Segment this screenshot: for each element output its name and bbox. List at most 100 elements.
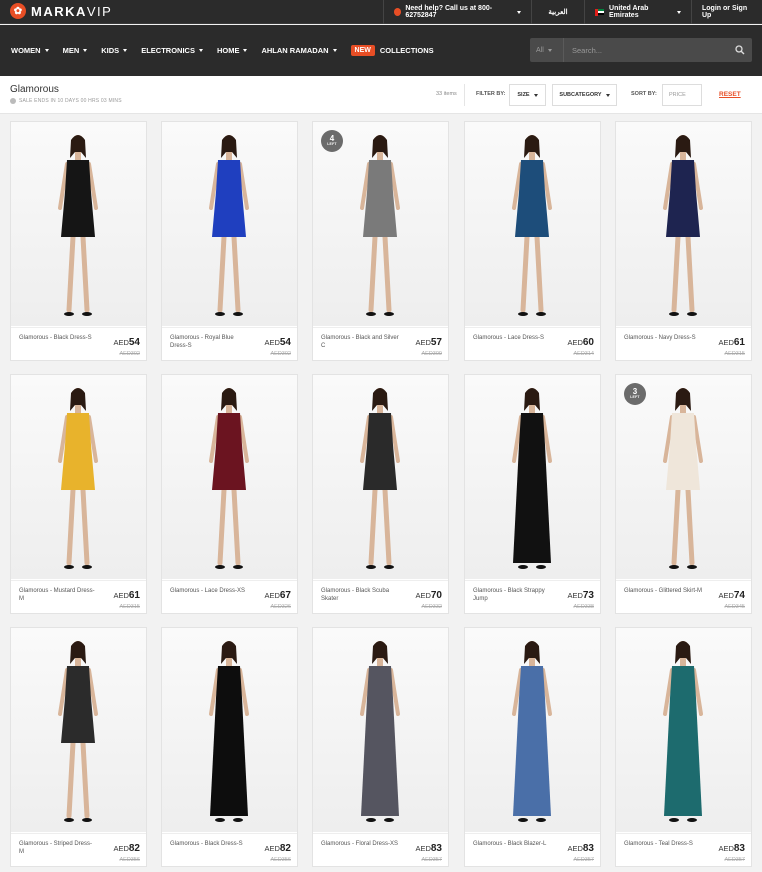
- product-info: Glamorous - Royal Blue Dress-S AED54 AED30…: [162, 327, 297, 360]
- product-card[interactable]: Glamorous - Black Dress-S AED82 AED356: [161, 627, 298, 867]
- product-image[interactable]: [616, 628, 751, 832]
- price-currency: AED: [264, 844, 280, 853]
- nav-item-women[interactable]: WOMEN: [11, 46, 49, 55]
- nav-item-home[interactable]: HOME: [217, 46, 248, 55]
- original-price: AED314: [573, 351, 595, 357]
- chevron-down-icon: [44, 49, 49, 52]
- product-image[interactable]: [162, 375, 297, 579]
- product-price: AED67 AED326: [264, 585, 291, 610]
- product-price: AED57 AED309: [415, 332, 442, 357]
- product-name[interactable]: Glamorous - Mustard Dress-M: [19, 587, 97, 603]
- product-name[interactable]: Glamorous - Royal Blue Dress-S: [170, 334, 248, 350]
- original-price: AED338: [573, 604, 595, 610]
- price-amount: 73: [582, 590, 594, 601]
- product-card[interactable]: Glamorous - Black Dress-S AED54 AED302: [10, 121, 147, 361]
- product-price: AED83 AED357: [415, 838, 442, 863]
- help-phone-dropdown[interactable]: Need help? Call us at 800-62752847: [383, 0, 531, 24]
- product-card[interactable]: Glamorous - Black Blazer-L AED83 AED357: [464, 627, 601, 867]
- filter-by-label: FILTER BY:: [476, 91, 506, 97]
- reset-filters-link[interactable]: RESET: [719, 91, 741, 98]
- nav-item-men[interactable]: MEN: [63, 46, 88, 55]
- login-signup-link[interactable]: Login or Sign Up: [691, 0, 762, 24]
- product-image[interactable]: [616, 122, 751, 326]
- product-price: AED60 AED314: [567, 332, 594, 357]
- country-selector[interactable]: United Arab Emirates: [584, 0, 691, 24]
- product-card[interactable]: 3 LEFT Glamorous - Glittered Skirt-M AED74 A…: [615, 374, 752, 614]
- price-currency: AED: [415, 338, 431, 347]
- product-card[interactable]: Glamorous - Black Scuba Skater AED70 AED33…: [312, 374, 449, 614]
- product-price: AED74 AED345: [718, 585, 745, 610]
- original-price: AED332: [421, 604, 443, 610]
- product-card[interactable]: 4 LEFT Glamorous - Black and Silver C AED57…: [312, 121, 449, 361]
- product-info: Glamorous - Lace Dress-XS AED67 AED326: [162, 580, 297, 613]
- clock-icon: [10, 98, 16, 104]
- nav-item-kids[interactable]: KIDS: [101, 46, 128, 55]
- product-card[interactable]: Glamorous - Lace Dress-S AED60 AED314: [464, 121, 601, 361]
- product-name[interactable]: Glamorous - Black Dress-S: [19, 334, 97, 342]
- markavip-logo[interactable]: ✿ MARKAVIP: [10, 3, 112, 19]
- nav-item-collections[interactable]: NEW COLLECTIONS: [350, 45, 434, 56]
- product-image[interactable]: [313, 375, 448, 579]
- price-currency: AED: [567, 338, 583, 347]
- product-image[interactable]: [162, 628, 297, 832]
- chevron-down-icon: [533, 93, 538, 97]
- product-card[interactable]: Glamorous - Mustard Dress-M AED61 AED315: [10, 374, 147, 614]
- nav-item-electronics[interactable]: ELECTRONICS: [141, 46, 203, 55]
- search-input[interactable]: [564, 45, 728, 55]
- product-image[interactable]: 4 LEFT: [313, 122, 448, 326]
- original-price: AED356: [119, 857, 141, 863]
- model-photo: [663, 388, 703, 569]
- product-name[interactable]: Glamorous - Black Blazer-L: [473, 840, 551, 848]
- product-card[interactable]: Glamorous - Lace Dress-XS AED67 AED326: [161, 374, 298, 614]
- price-amount: 82: [128, 843, 140, 854]
- product-card[interactable]: Glamorous - Teal Dress-S AED83 AED357: [615, 627, 752, 867]
- size-filter-dropdown[interactable]: SIZE: [509, 84, 546, 106]
- product-name[interactable]: Glamorous - Black and Silver C: [321, 334, 399, 350]
- product-name[interactable]: Glamorous - Black Strappy Jump: [473, 587, 551, 603]
- product-name[interactable]: Glamorous - Lace Dress-XS: [170, 587, 248, 595]
- search-bar: All: [530, 38, 752, 62]
- main-nav: WOMEN MEN KIDS ELECTRONICS HOME AHLAN RA…: [0, 25, 762, 76]
- subcategory-filter-dropdown[interactable]: SUBCATEGORY: [552, 84, 617, 106]
- product-name[interactable]: Glamorous - Black Scuba Skater: [321, 587, 399, 603]
- language-arabic-link[interactable]: العربية: [531, 0, 584, 24]
- model-photo: [58, 135, 98, 316]
- product-name[interactable]: Glamorous - Striped Dress-M: [19, 840, 97, 856]
- product-name[interactable]: Glamorous - Teal Dress-S: [624, 840, 702, 848]
- product-image[interactable]: [465, 122, 600, 326]
- product-image[interactable]: [11, 375, 146, 579]
- original-price: AED315: [724, 351, 746, 357]
- product-image[interactable]: [11, 122, 146, 326]
- product-name[interactable]: Glamorous - Lace Dress-S: [473, 334, 551, 342]
- product-card[interactable]: Glamorous - Royal Blue Dress-S AED54 AED30…: [161, 121, 298, 361]
- product-image[interactable]: [465, 375, 600, 579]
- product-image[interactable]: [465, 628, 600, 832]
- product-image[interactable]: [11, 628, 146, 832]
- product-image[interactable]: [162, 122, 297, 326]
- product-name[interactable]: Glamorous - Black Dress-S: [170, 840, 248, 848]
- search-category-select[interactable]: All: [530, 38, 564, 62]
- product-name[interactable]: Glamorous - Glittered Skirt-M: [624, 587, 702, 595]
- nav-item-ahlan-ramadan[interactable]: AHLAN RAMADAN: [261, 46, 337, 55]
- product-image[interactable]: [313, 628, 448, 832]
- product-image[interactable]: 3 LEFT: [616, 375, 751, 579]
- product-card[interactable]: Glamorous - Striped Dress-M AED82 AED356: [10, 627, 147, 867]
- product-info: Glamorous - Black Dress-S AED54 AED302: [11, 327, 146, 360]
- country-label: United Arab Emirates: [609, 5, 649, 19]
- product-card[interactable]: Glamorous - Floral Dress-XS AED83 AED357: [312, 627, 449, 867]
- original-price: AED315: [119, 604, 141, 610]
- product-card[interactable]: Glamorous - Navy Dress-S AED61 AED315: [615, 121, 752, 361]
- sort-price-select[interactable]: PRICE: [662, 84, 702, 106]
- sale-countdown: SALE ENDS IN 10 DAYS 00 HRS 03 MINS: [10, 98, 122, 104]
- product-card[interactable]: Glamorous - Black Strappy Jump AED73 AED33…: [464, 374, 601, 614]
- product-name[interactable]: Glamorous - Navy Dress-S: [624, 334, 702, 342]
- original-price: AED345: [724, 604, 746, 610]
- product-info: Glamorous - Black Blazer-L AED83 AED357: [465, 833, 600, 866]
- uae-flag-icon: [595, 8, 605, 16]
- new-badge: NEW: [350, 45, 375, 56]
- product-name[interactable]: Glamorous - Floral Dress-XS: [321, 840, 399, 848]
- search-button[interactable]: [728, 38, 752, 62]
- chevron-down-icon: [198, 49, 203, 52]
- original-price: AED302: [119, 351, 141, 357]
- price-currency: AED: [113, 591, 129, 600]
